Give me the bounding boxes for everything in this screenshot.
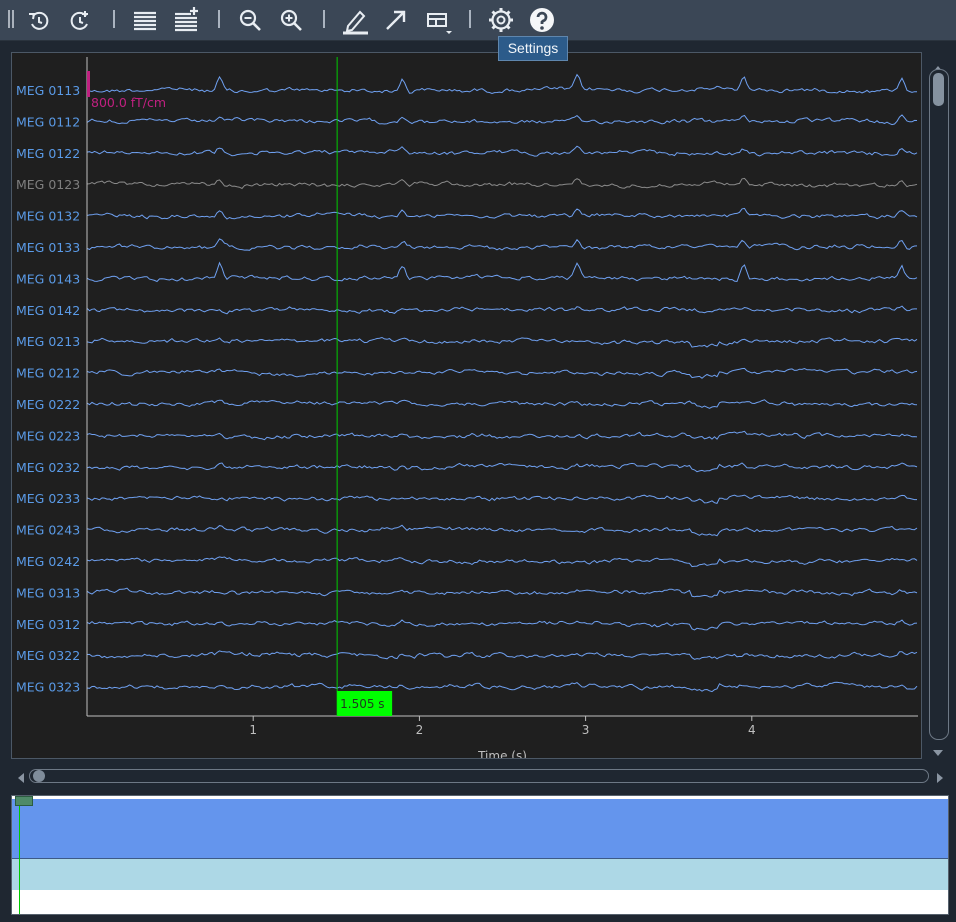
channel-trace[interactable] [86,462,918,473]
channel-trace[interactable] [86,430,918,441]
channel-trace[interactable] [86,650,918,660]
add-channels-icon[interactable] [171,5,201,35]
remove-channels-icon[interactable] [130,5,160,35]
horizontal-scroll-thumb[interactable] [33,770,45,782]
channel-label[interactable]: MEG 0223 [16,428,80,443]
x-tick-label: 1 [249,723,257,737]
channel-trace[interactable] [86,494,917,504]
zoom-in-icon[interactable] [276,5,306,35]
horizontal-scrollbar[interactable] [29,769,929,783]
raw-data-plot[interactable]: MEG 0113 MEG 0112 MEG 0122 MEG 0123 MEG 0132… [11,52,922,759]
channel-label[interactable]: MEG 0242 [16,554,80,569]
rewind-icon[interactable] [24,5,54,35]
channel-label[interactable]: MEG 0312 [16,617,80,632]
channel-trace[interactable] [86,619,918,631]
channel-label[interactable]: MEG 0233 [16,491,80,506]
toolbar-grip[interactable] [8,10,14,28]
channel-trace[interactable] [86,367,918,379]
scroll-left-arrow[interactable] [17,769,25,788]
channel-trace[interactable] [86,114,918,126]
time-cursor-label: 1.505 s [340,697,384,711]
vertical-scroll-thumb[interactable] [933,73,944,106]
channel-trace[interactable] [86,556,918,568]
channel-trace[interactable] [86,261,918,283]
channel-label[interactable]: MEG 0213 [16,334,80,349]
forward-clock-icon[interactable] [65,5,95,35]
help-icon[interactable] [527,5,557,35]
zoom-out-icon[interactable] [235,5,265,35]
settings-tooltip: Settings [498,36,568,61]
channel-label[interactable]: MEG 0232 [16,460,80,475]
channel-trace[interactable] [86,681,918,693]
toolbar-separator [113,10,115,28]
channel-trace[interactable] [86,207,918,220]
channel-trace[interactable] [86,177,918,190]
channel-trace[interactable] [86,73,917,95]
toolbar-separator [323,10,325,28]
scale-label: 800.0 fT/cm [91,95,166,110]
channel-trace[interactable] [86,336,918,348]
channel-label[interactable]: MEG 0122 [16,146,80,161]
channel-trace[interactable] [86,524,918,537]
scroll-down-arrow[interactable] [932,742,944,761]
gear-icon[interactable] [486,5,516,35]
channel-label[interactable]: MEG 0132 [16,209,80,224]
channel-label[interactable]: MEG 0123 [16,177,80,192]
channel-label[interactable]: MEG 0133 [16,240,80,255]
toolbar [0,0,956,41]
channel-trace[interactable] [86,305,917,315]
scroll-right-arrow[interactable] [936,769,944,788]
channel-label[interactable]: MEG 0212 [16,366,80,381]
toolbar-separator [469,10,471,28]
overview-time-cursor [19,796,20,914]
x-axis-title: Time (s) [477,749,527,758]
channel-label[interactable]: MEG 0143 [16,271,80,286]
overview-data-band [12,799,948,858]
channel-label[interactable]: MEG 0243 [16,523,80,538]
channel-trace[interactable] [86,587,918,598]
channel-trace[interactable] [86,399,918,409]
channel-label[interactable]: MEG 0112 [16,114,80,129]
channel-label[interactable]: MEG 0323 [16,680,80,695]
x-tick-label: 2 [416,723,424,737]
overview-annotation-band [12,858,948,890]
vertical-scrollbar[interactable] [929,69,949,740]
arrow-icon[interactable] [381,5,411,35]
toolbar-separator [218,10,220,28]
layout-icon[interactable] [422,5,452,35]
channel-label[interactable]: MEG 0222 [16,397,80,412]
channel-label[interactable]: MEG 0313 [16,585,80,600]
x-tick-label: 4 [748,723,756,737]
traces-canvas[interactable]: MEG 0113 MEG 0112 MEG 0122 MEG 0123 MEG 0132… [12,53,921,758]
channel-trace[interactable] [86,238,918,251]
x-tick-label: 3 [582,723,590,737]
channel-label[interactable]: MEG 0322 [16,648,80,663]
annotate-pencil-icon[interactable] [340,5,370,35]
channel-label[interactable]: MEG 0142 [16,303,80,318]
channel-label[interactable]: MEG 0113 [16,83,80,98]
overview-bar[interactable] [11,795,949,915]
overview-view-window[interactable] [15,796,33,806]
overview-divider [12,858,948,859]
channel-trace[interactable] [86,145,918,157]
